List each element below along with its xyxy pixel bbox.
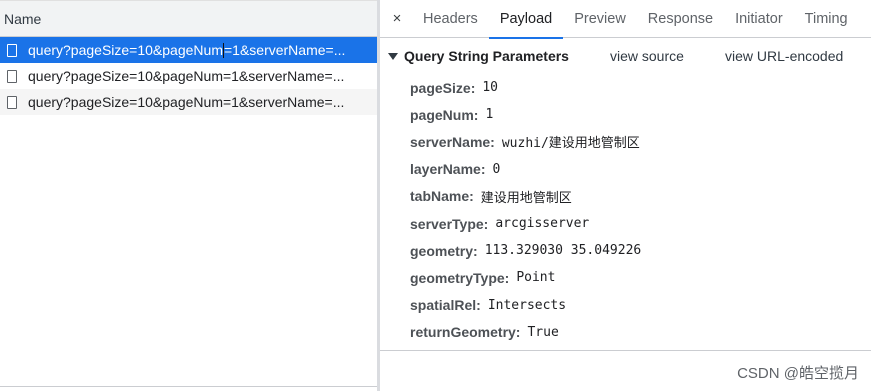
tab-preview[interactable]: Preview <box>563 0 637 38</box>
name-column-header[interactable]: Name <box>0 0 377 37</box>
triangle-down-icon[interactable] <box>388 52 398 60</box>
param-row: geometry: 113.329030 35.049226 <box>380 237 871 264</box>
param-row: spatialRel: Intersects <box>380 292 871 319</box>
request-row[interactable]: query?pageSize=10&pageNum=1&serverName=.… <box>0 37 377 63</box>
tab-response[interactable]: Response <box>637 0 724 38</box>
param-row: serverType: arcgisserver <box>380 210 871 237</box>
param-value: True <box>527 324 559 340</box>
param-value: Point <box>516 270 556 286</box>
param-value: Intersects <box>487 297 567 313</box>
param-value: arcgisserver <box>495 216 590 232</box>
param-row: layerName: 0 <box>380 156 871 183</box>
details-tabbar: × Headers Payload Preview Response Initi… <box>380 0 871 39</box>
name-column-label: Name <box>4 10 42 27</box>
request-details-pane: × Headers Payload Preview Response Initi… <box>380 0 871 391</box>
request-row[interactable]: query?pageSize=10&pageNum=1&serverName=.… <box>0 89 377 115</box>
param-key: pageNum: <box>410 106 479 123</box>
request-name: query?pageSize=10&pageNum=1&serverName=.… <box>28 42 346 58</box>
param-row: serverName: wuzhi/建设用地管制区 <box>380 128 871 155</box>
tab-headers[interactable]: Headers <box>412 0 489 38</box>
param-key: layerName: <box>410 161 486 178</box>
param-key: spatialRel: <box>410 297 481 314</box>
param-key: returnGeometry: <box>410 324 521 341</box>
request-name: query?pageSize=10&pageNum=1&serverName=.… <box>28 68 345 84</box>
details-bottom-border <box>380 350 871 351</box>
param-value: 建设用地管制区 <box>480 190 572 206</box>
query-params-list: pageSize: 10 pageNum: 1 serverName: wuzh… <box>380 74 871 346</box>
param-value: 1 <box>485 107 494 123</box>
watermark: CSDN @皓空揽月 <box>737 365 859 382</box>
document-icon <box>7 43 17 57</box>
view-url-encoded-link[interactable]: view URL-encoded <box>725 48 843 64</box>
param-key: serverType: <box>410 215 489 232</box>
param-row: pageSize: 10 <box>380 74 871 101</box>
param-value: 113.329030 35.049226 <box>484 243 642 259</box>
request-name: query?pageSize=10&pageNum=1&serverName=.… <box>28 94 345 110</box>
param-key: tabName: <box>410 188 474 205</box>
param-key: pageSize: <box>410 79 476 96</box>
param-row: pageNum: 1 <box>380 101 871 128</box>
request-list-pane: Name query?pageSize=10&pageNum=1&serverN… <box>0 0 377 391</box>
list-bottom-border <box>0 386 377 387</box>
param-row: tabName: 建设用地管制区 <box>380 183 871 210</box>
tab-timing[interactable]: Timing <box>794 0 859 38</box>
param-value: 0 <box>492 161 501 177</box>
param-key: geometryType: <box>410 269 510 286</box>
view-source-link[interactable]: view source <box>610 48 684 64</box>
param-row: returnGeometry: True <box>380 319 871 346</box>
tab-initiator[interactable]: Initiator <box>724 0 794 38</box>
tab-payload[interactable]: Payload <box>488 0 564 39</box>
query-string-section-header[interactable]: Query String Parameters view source view… <box>380 38 871 74</box>
param-value: wuzhi/建设用地管制区 <box>501 136 640 152</box>
close-icon[interactable]: × <box>382 10 412 27</box>
document-icon <box>7 69 17 83</box>
param-row: geometryType: Point <box>380 264 871 291</box>
document-icon <box>7 95 17 109</box>
section-title: Query String Parameters <box>404 48 569 64</box>
param-value: 10 <box>482 80 499 96</box>
request-row[interactable]: query?pageSize=10&pageNum=1&serverName=.… <box>0 63 377 89</box>
param-key: geometry: <box>410 242 478 259</box>
param-key: serverName: <box>410 133 495 150</box>
